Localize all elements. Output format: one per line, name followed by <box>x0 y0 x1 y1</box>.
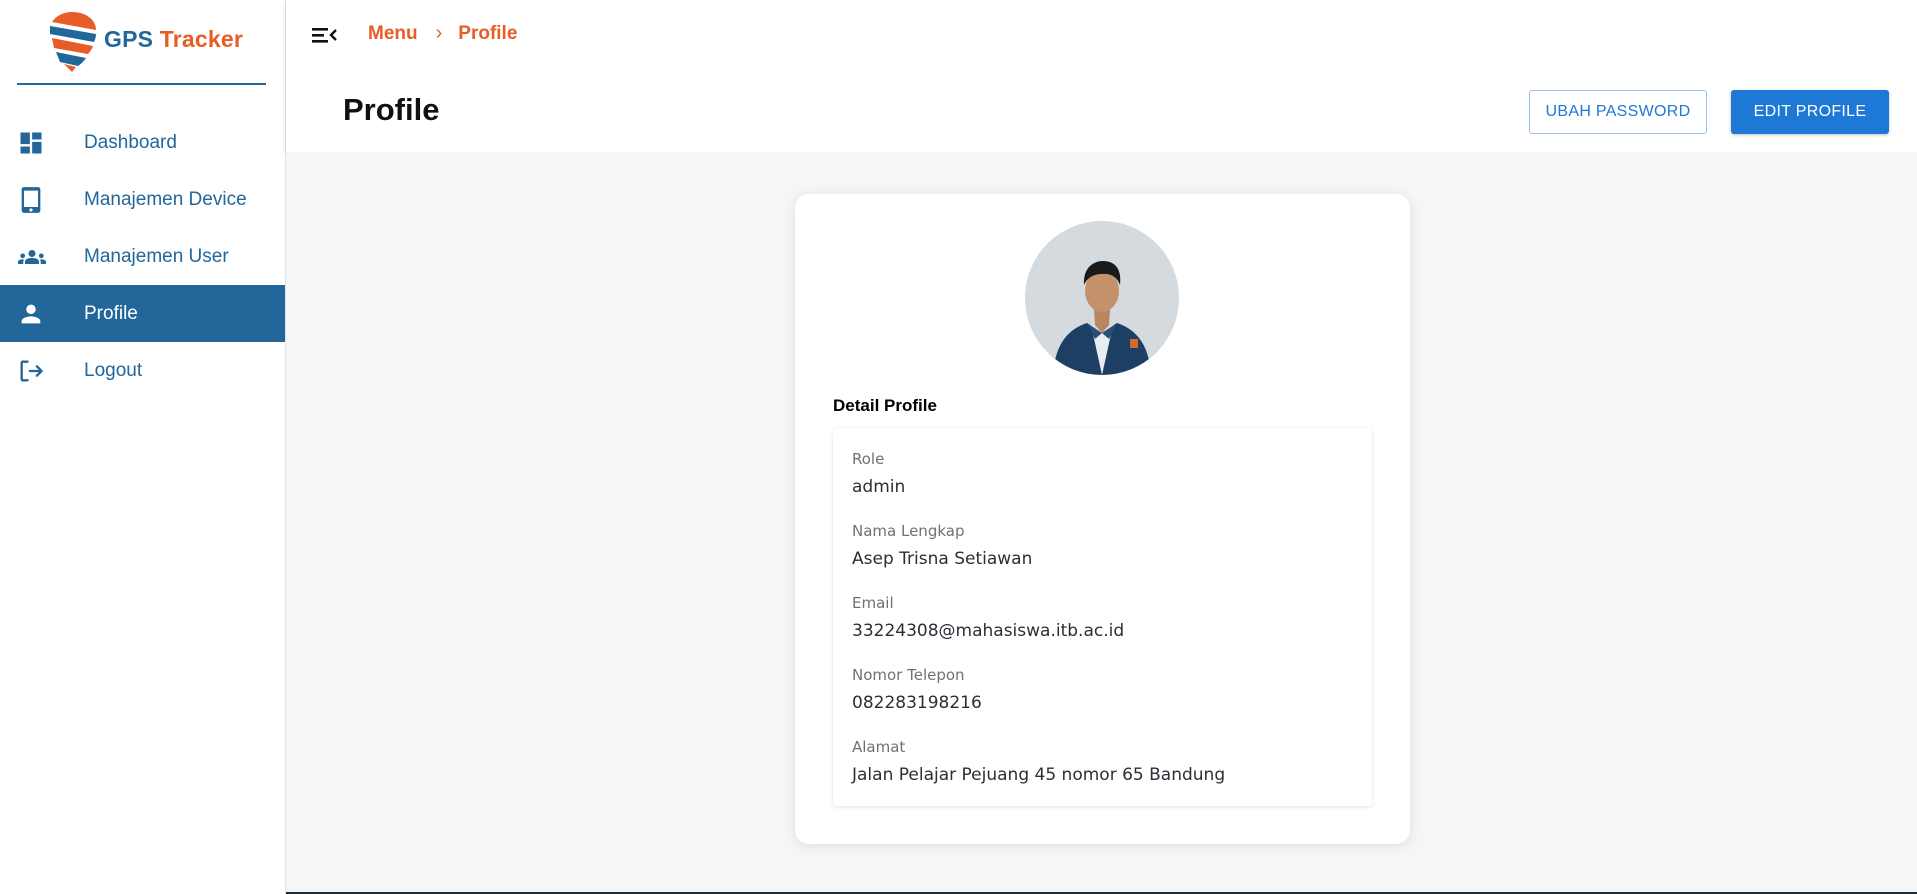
logo-text-gps: GPS <box>104 26 154 52</box>
field-label: Role <box>852 450 885 468</box>
menu-collapse-icon[interactable] <box>310 22 338 48</box>
sidebar-item-manajemen-user[interactable]: Manajemen User <box>0 228 285 285</box>
field-label: Email <box>852 594 894 612</box>
field-email: Email 33224308@mahasiswa.itb.ac.id <box>852 594 1124 641</box>
breadcrumb-menu[interactable]: Menu <box>368 23 418 45</box>
sidebar-item-logout[interactable]: Logout <box>0 342 285 399</box>
field-role: Role admin <box>852 450 905 497</box>
breadcrumb: Menu › Profile <box>368 22 517 45</box>
avatar <box>1025 221 1179 375</box>
app-window: GPS Tracker Dashboard Manajemen Device M… <box>0 0 1917 894</box>
field-label: Alamat <box>852 738 906 756</box>
page-header: Menu › Profile Profile UBAH PASSWORD EDI… <box>286 0 1917 152</box>
field-label: Nama Lengkap <box>852 522 965 540</box>
field-value: Jalan Pelajar Pejuang 45 nomor 65 Bandun… <box>852 765 1226 785</box>
sidebar-item-manajemen-device[interactable]: Manajemen Device <box>0 171 285 228</box>
sidebar: GPS Tracker Dashboard Manajemen Device M… <box>0 0 286 894</box>
profile-details: Role admin Nama Lengkap Asep Trisna Seti… <box>833 428 1372 806</box>
sidebar-nav: Dashboard Manajemen Device Manajemen Use… <box>0 114 285 399</box>
logo-text-tracker: Tracker <box>159 26 244 52</box>
tablet-icon <box>17 186 45 214</box>
logout-icon <box>17 357 45 385</box>
field-value: 33224308@mahasiswa.itb.ac.id <box>852 621 1125 641</box>
gps-logo-icon <box>50 12 96 72</box>
avatar-photo-icon <box>1025 221 1179 375</box>
page-title: Profile <box>343 92 440 127</box>
field-nama-lengkap: Nama Lengkap Asep Trisna Setiawan <box>852 522 1032 569</box>
field-value: admin <box>852 477 906 497</box>
group-icon <box>17 243 46 271</box>
sidebar-item-dashboard[interactable]: Dashboard <box>0 114 285 171</box>
profile-card: Detail Profile Role admin Nama Lengkap A… <box>795 194 1410 844</box>
logo[interactable]: GPS Tracker <box>17 0 266 85</box>
person-icon <box>17 300 45 328</box>
sidebar-item-label: Manajemen User <box>84 245 229 267</box>
dashboard-icon <box>17 129 45 157</box>
detail-profile-heading: Detail Profile <box>833 396 937 415</box>
field-nomor-telepon: Nomor Telepon 082283198216 <box>852 666 982 713</box>
breadcrumb-profile: Profile <box>458 22 518 44</box>
field-label: Nomor Telepon <box>852 666 965 684</box>
sidebar-item-label: Manajemen Device <box>84 188 247 210</box>
logo-text: GPS Tracker <box>104 26 243 53</box>
edit-profile-button[interactable]: EDIT PROFILE <box>1731 90 1889 134</box>
sidebar-item-label: Dashboard <box>84 131 177 153</box>
field-alamat: Alamat Jalan Pelajar Pejuang 45 nomor 65… <box>852 738 1225 785</box>
chevron-right-icon: › <box>435 22 443 44</box>
ubah-password-button[interactable]: UBAH PASSWORD <box>1529 90 1707 134</box>
sidebar-item-label: Profile <box>84 302 138 324</box>
main-content: Detail Profile Role admin Nama Lengkap A… <box>286 152 1917 894</box>
sidebar-item-profile[interactable]: Profile <box>0 285 285 342</box>
field-value: 082283198216 <box>852 693 982 713</box>
sidebar-item-label: Logout <box>84 359 143 381</box>
field-value: Asep Trisna Setiawan <box>852 549 1033 569</box>
